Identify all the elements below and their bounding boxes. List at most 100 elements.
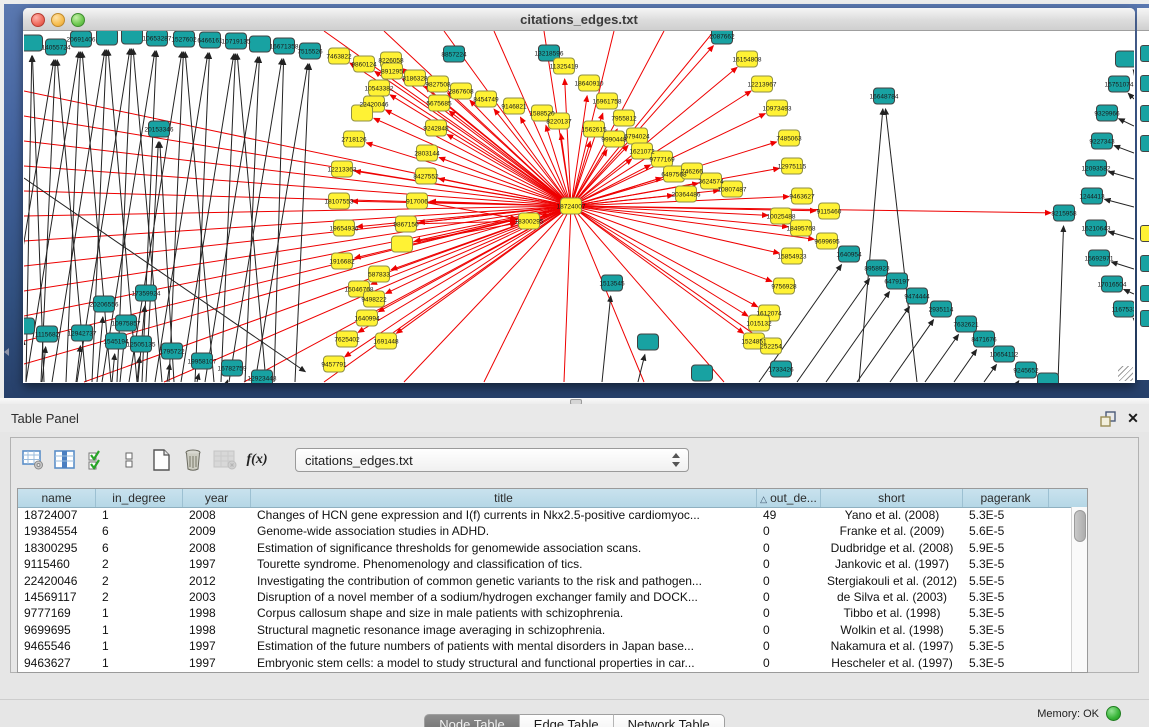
cell-short[interactable]: Tibbo et al. (1998)	[821, 605, 963, 621]
cell-out-de-[interactable]: 0	[757, 638, 821, 654]
cell-pagerank[interactable]: 5.3E-5	[963, 589, 1049, 605]
cell-pagerank[interactable]: 5.3E-5	[963, 638, 1049, 654]
cell-in-degree[interactable]: 1	[96, 605, 183, 621]
cell-out-de-[interactable]: 0	[757, 655, 821, 671]
cell-pagerank[interactable]: 5.6E-5	[963, 523, 1049, 539]
cell-out-de-[interactable]: 0	[757, 622, 821, 638]
cell-short[interactable]: Stergiakouli et al. (2012)	[821, 573, 963, 589]
cell-in-degree[interactable]: 1	[96, 655, 183, 671]
graph-node[interactable]	[24, 318, 35, 334]
graph-node[interactable]	[692, 365, 713, 381]
cell-in-degree[interactable]: 2	[96, 573, 183, 589]
cell-title[interactable]: Corpus callosum shape and size in male p…	[251, 605, 757, 621]
select-all-checks-button[interactable]	[81, 445, 113, 475]
cell-name[interactable]: 18724007	[18, 507, 96, 523]
column-header-name[interactable]: name	[18, 489, 96, 507]
graph-node[interactable]	[122, 31, 143, 44]
table-row[interactable]: 946554611997Estimation of the future num…	[18, 638, 1072, 654]
cell-name[interactable]: 9115460	[18, 556, 96, 572]
cell-in-degree[interactable]: 2	[96, 556, 183, 572]
column-header-out-de-[interactable]: △out_de...	[757, 489, 821, 507]
cell-title[interactable]: Tourette syndrome. Phenomenology and cla…	[251, 556, 757, 572]
cell-name[interactable]: 14569117	[18, 589, 96, 605]
delete-table-button-disabled[interactable]	[209, 445, 241, 475]
cell-year[interactable]: 1997	[183, 638, 251, 654]
cell-year[interactable]: 2008	[183, 540, 251, 556]
cell-year[interactable]: 2008	[183, 507, 251, 523]
panel-collapse-arrow-icon[interactable]	[4, 348, 9, 356]
cell-in-degree[interactable]: 1	[96, 638, 183, 654]
cell-title[interactable]: Disruption of a novel member of a sodium…	[251, 589, 757, 605]
cell-short[interactable]: Wolkin et al. (1998)	[821, 622, 963, 638]
cell-year[interactable]: 2009	[183, 523, 251, 539]
cell-in-degree[interactable]: 2	[96, 589, 183, 605]
cell-short[interactable]: Yano et al. (2008)	[821, 507, 963, 523]
cell-title[interactable]: Estimation of significance thresholds fo…	[251, 540, 757, 556]
table-row[interactable]: 1872400712008Changes of HCN gene express…	[18, 507, 1072, 523]
table-row[interactable]: 2242004622012Investigating the contribut…	[18, 573, 1072, 589]
cell-pagerank[interactable]: 5.3E-5	[963, 507, 1049, 523]
column-header-year[interactable]: year	[183, 489, 251, 507]
citation-network-graph[interactable]: 1405572420691406106532871527602646616110…	[24, 31, 1134, 383]
graph-node[interactable]	[1038, 373, 1059, 383]
float-panel-icon[interactable]	[1098, 409, 1118, 429]
table-row[interactable]: 977716911998Corpus callosum shape and si…	[18, 605, 1072, 621]
cell-title[interactable]: Structural magnetic resonance image aver…	[251, 622, 757, 638]
column-header-pagerank[interactable]: pagerank	[963, 489, 1049, 507]
cell-name[interactable]: 18300295	[18, 540, 96, 556]
table-row[interactable]: 1938455462009Genome-wide association stu…	[18, 523, 1072, 539]
network-canvas[interactable]: 1405572420691406106532871527602646616110…	[24, 31, 1134, 383]
cell-name[interactable]: 9465546	[18, 638, 96, 654]
table-row[interactable]: 1830029562008Estimation of significance …	[18, 540, 1072, 556]
table-row[interactable]: 946362711997Embryonic stem cells: a mode…	[18, 655, 1072, 671]
show-columns-button[interactable]	[49, 445, 81, 475]
cell-pagerank[interactable]: 5.5E-5	[963, 573, 1049, 589]
cell-pagerank[interactable]: 5.9E-5	[963, 540, 1049, 556]
unselect-rows-button[interactable]	[113, 445, 145, 475]
cell-short[interactable]: Hescheler et al. (1997)	[821, 655, 963, 671]
cell-name[interactable]: 19384554	[18, 523, 96, 539]
memory-status-indicator[interactable]	[1106, 706, 1121, 721]
table-row[interactable]: 969969511998Structural magnetic resonanc…	[18, 622, 1072, 638]
graph-node[interactable]	[638, 334, 659, 350]
cell-title[interactable]: Estimation of the future numbers of pati…	[251, 638, 757, 654]
cell-name[interactable]: 9777169	[18, 605, 96, 621]
cell-year[interactable]: 1997	[183, 556, 251, 572]
table-vertical-scrollbar[interactable]	[1071, 507, 1087, 672]
cell-name[interactable]: 22420046	[18, 573, 96, 589]
graph-node[interactable]	[1116, 51, 1135, 67]
window-resize-grip[interactable]	[1118, 366, 1133, 381]
cell-title[interactable]: Embryonic stem cells: a model to study s…	[251, 655, 757, 671]
cell-title[interactable]: Investigating the contribution of common…	[251, 573, 757, 589]
cell-in-degree[interactable]: 6	[96, 523, 183, 539]
cell-out-de-[interactable]: 0	[757, 556, 821, 572]
cell-pagerank[interactable]: 5.3E-5	[963, 655, 1049, 671]
cell-out-de-[interactable]: 0	[757, 605, 821, 621]
cell-name[interactable]: 9699695	[18, 622, 96, 638]
table-row[interactable]: 911546021997Tourette syndrome. Phenomeno…	[18, 556, 1072, 572]
cell-out-de-[interactable]: 0	[757, 540, 821, 556]
cell-short[interactable]: Jankovic et al. (1997)	[821, 556, 963, 572]
cell-in-degree[interactable]: 1	[96, 507, 183, 523]
cell-year[interactable]: 1998	[183, 622, 251, 638]
delete-rows-trash-button[interactable]	[177, 445, 209, 475]
table-settings-button[interactable]	[17, 445, 49, 475]
cell-year[interactable]: 1997	[183, 655, 251, 671]
cell-out-de-[interactable]: 0	[757, 589, 821, 605]
cell-year[interactable]: 1998	[183, 605, 251, 621]
graph-node[interactable]	[250, 36, 271, 52]
cell-pagerank[interactable]: 5.3E-5	[963, 605, 1049, 621]
cell-year[interactable]: 2003	[183, 589, 251, 605]
cell-pagerank[interactable]: 5.3E-5	[963, 556, 1049, 572]
cell-year[interactable]: 2012	[183, 573, 251, 589]
scrollbar-thumb[interactable]	[1074, 510, 1086, 542]
cell-in-degree[interactable]: 6	[96, 540, 183, 556]
cell-out-de-[interactable]: 0	[757, 523, 821, 539]
graph-node[interactable]	[392, 236, 413, 252]
cell-short[interactable]: Franke et al. (2009)	[821, 523, 963, 539]
table-select-dropdown[interactable]: citations_edges.txt	[295, 448, 689, 472]
close-panel-icon[interactable]: ✕	[1124, 408, 1142, 428]
network-window-titlebar[interactable]: citations_edges.txt	[23, 8, 1135, 31]
column-header-in-degree[interactable]: in_degree	[96, 489, 183, 507]
cell-short[interactable]: Nakamura et al. (1997)	[821, 638, 963, 654]
